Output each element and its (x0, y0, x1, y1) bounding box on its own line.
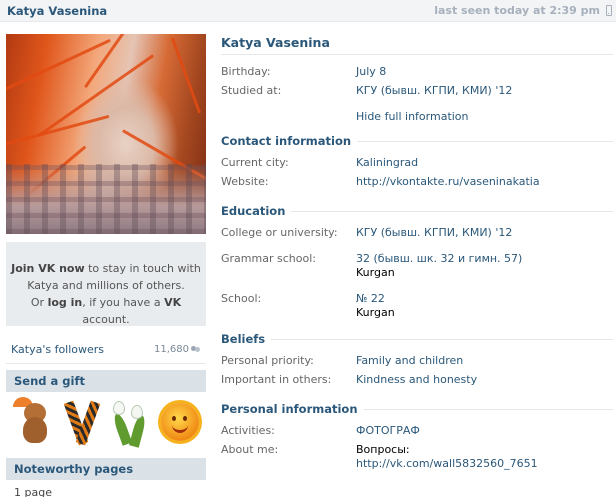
profile-photo[interactable] (6, 34, 206, 234)
school-city: Kurgan (356, 306, 395, 319)
noteworthy-pages-header[interactable]: Noteworthy pages (6, 458, 206, 480)
join-vk-link[interactable]: Join VK now (11, 262, 85, 275)
college-link[interactable]: КГУ (бывш. КГПИ, КМИ) '12 (356, 226, 512, 252)
followers-count: 11,680 (154, 344, 201, 355)
website-link[interactable]: http://vkontakte.ru/vaseninakatia (356, 175, 540, 194)
info-row-about-me: About me: Вопросы: http://vk.com/wall5832… (221, 443, 538, 470)
school-link[interactable]: № 22 (356, 292, 385, 305)
hide-full-information-link[interactable]: Hide full information (356, 110, 613, 132)
section-beliefs: Beliefs (221, 330, 613, 348)
smiling-sun-icon[interactable] (157, 397, 199, 447)
noteworthy-pages-count[interactable]: 1 page (6, 480, 206, 497)
snowdrop-icon[interactable] (109, 397, 151, 448)
info-row-personal-priority: Personal priority: Family and children (221, 354, 613, 373)
current-city-link[interactable]: Kaliningrad (356, 156, 418, 175)
info-row-activities: Activities: ФОТОГРАФ (221, 424, 613, 443)
page-title: Katya Vasenina (221, 35, 330, 50)
birthday-link[interactable]: July 8 (356, 65, 386, 84)
section-contact-information: Contact information (221, 132, 613, 150)
info-row-school: School: № 22 Kurgan (221, 292, 395, 319)
info-row-website: Website: http://vkontakte.ru/vaseninakat… (221, 175, 613, 194)
section-personal-information: Personal information (221, 400, 613, 418)
section-education: Education (221, 202, 613, 220)
profile-info: Katya Vasenina Birthday: July 8 Studied … (221, 34, 613, 471)
info-row-birthday: Birthday: July 8 (221, 65, 613, 84)
join-vk-panel: Join VK now to stay in touch with Katya … (6, 242, 206, 326)
grammar-school-city: Kurgan (356, 266, 395, 279)
info-row-current-city: Current city: Kaliningrad (221, 156, 613, 175)
info-row-important-in-others: Important in others: Kindness and honest… (221, 373, 613, 392)
followers-row[interactable]: Katya's followers 11,680 (6, 336, 206, 364)
gift-list (6, 392, 206, 452)
about-me-text: Вопросы: (356, 443, 410, 456)
grammar-school-link[interactable]: 32 (бывш. шк. 32 и гимн. 57) (356, 252, 522, 265)
important-in-others-link[interactable]: Kindness and honesty (356, 373, 477, 392)
info-row-college: College or university: КГУ (бывш. КГПИ, … (221, 226, 613, 252)
divider (221, 54, 613, 55)
top-bar: Katya Vasenina last seen today at 2:39 p… (0, 0, 616, 22)
mobile-phone-icon (606, 5, 612, 16)
studied-at-link[interactable]: КГУ (бывш. КГПИ, КМИ) '12 (356, 84, 512, 103)
log-in-link[interactable]: log in (48, 296, 83, 309)
activities-link[interactable]: ФОТОГРАФ (356, 424, 420, 443)
send-gift-header[interactable]: Send a gift (6, 370, 206, 392)
followers-label[interactable]: Katya's followers (11, 343, 104, 356)
last-seen-status: last seen today at 2:39 pm (434, 4, 600, 17)
people-icon (191, 345, 201, 354)
left-column: Join VK now to stay in touch with Katya … (6, 34, 206, 497)
info-row-studied: Studied at: КГУ (бывш. КГПИ, КМИ) '12 (221, 84, 613, 103)
info-row-grammar-school: Grammar school: 32 (бывш. шк. 32 и гимн.… (221, 252, 523, 279)
bear-with-umbrella-icon[interactable] (13, 397, 55, 447)
st-george-ribbon-icon[interactable] (61, 397, 103, 447)
personal-priority-link[interactable]: Family and children (356, 354, 463, 373)
about-me-link[interactable]: http://vk.com/wall5832560_7651 (356, 457, 538, 470)
header-user-name[interactable]: Katya Vasenina (7, 4, 107, 18)
